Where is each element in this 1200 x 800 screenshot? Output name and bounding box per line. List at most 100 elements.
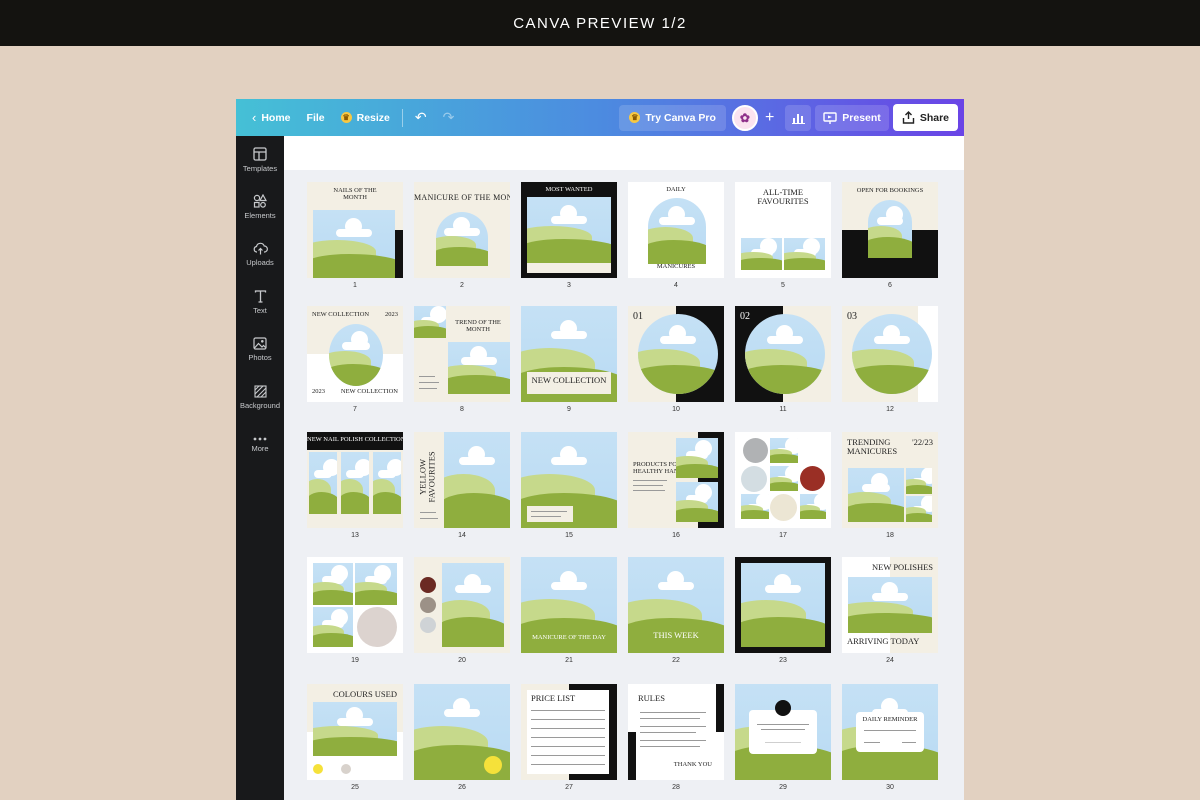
page-thumbnail[interactable]: NEW NAIL POLISH COLLECTION 13	[307, 432, 403, 539]
page-thumbnail[interactable]: 29	[735, 684, 831, 791]
page-thumbnail[interactable]: 15	[521, 432, 617, 539]
add-collaborator-button[interactable]: +	[758, 105, 781, 131]
page-thumbnail[interactable]: DAILY MANICURES 4	[628, 182, 724, 289]
page-thumbnail[interactable]: PRICE LIST 27	[521, 684, 617, 791]
page-preview: RULES THANK YOU	[628, 684, 724, 780]
try-canva-pro-button[interactable]: ♛ Try Canva Pro	[619, 104, 726, 131]
undo-button[interactable]: ↶	[407, 105, 435, 131]
page-title-text: THIS WEEK	[653, 630, 699, 640]
page-thumbnail[interactable]: COLOURS USED 25	[307, 684, 403, 791]
resize-button[interactable]: ♛ Resize	[333, 105, 398, 131]
sidebar-item-text[interactable]: Text	[236, 279, 284, 327]
colour-swatch	[770, 494, 797, 521]
sidebar-item-elements[interactable]: Elements	[236, 184, 284, 232]
page-thumbnail[interactable]: NEW COLLECTION 2023 2023 NEW COLLECTION …	[307, 306, 403, 413]
sidebar-item-photos[interactable]: Photos	[236, 326, 284, 374]
page-preview	[735, 432, 831, 528]
chat-bubble-icon	[775, 700, 791, 716]
page-number: 8	[460, 406, 464, 413]
landscape-photo	[442, 563, 504, 647]
page-thumbnail[interactable]: NEW POLISHES ARRIVING TODAY 24	[842, 557, 938, 664]
file-label: File	[306, 111, 325, 124]
sidebar-item-background[interactable]: Background	[236, 374, 284, 422]
text-line	[420, 518, 438, 519]
page-thumbnail[interactable]: TREND OF THE MONTH 8	[414, 306, 510, 413]
page-thumbnail[interactable]: 17	[735, 432, 831, 539]
page-thumbnail[interactable]: 01 10	[628, 306, 724, 413]
text-line	[761, 729, 805, 730]
page-thumbnail[interactable]: THIS WEEK 22	[628, 557, 724, 664]
home-button[interactable]: ‹ Home	[244, 105, 299, 131]
page-thumbnail[interactable]: 03 12	[842, 306, 938, 413]
page-number: 15	[565, 532, 573, 539]
page-title-text: NEW COLLECTION	[531, 375, 607, 385]
page-number: 16	[672, 532, 680, 539]
page-number: 14	[458, 532, 466, 539]
text-line	[640, 740, 706, 741]
landscape-photo	[329, 324, 383, 386]
page-thumbnail[interactable]: MANICURE OF THE DAY 21	[521, 557, 617, 664]
page-number: 28	[672, 784, 680, 791]
text-line	[531, 764, 605, 765]
landscape-photo	[868, 200, 912, 258]
bar-chart-icon	[791, 113, 805, 124]
present-label: Present	[842, 111, 881, 124]
page-preview: TRENDING MANICURES '22/23	[842, 432, 938, 528]
page-preview: NEW COLLECTION	[521, 306, 617, 402]
landscape-photo	[341, 452, 369, 514]
sidebar-item-more[interactable]: More	[236, 421, 284, 469]
header-divider	[401, 108, 403, 127]
page-preview: 02	[735, 306, 831, 402]
page-thumbnail[interactable]: YELLOW FAVOURITES 14	[414, 432, 510, 539]
page-preview: MOST WANTED	[521, 182, 617, 278]
colour-swatch	[420, 617, 436, 633]
page-thumbnail[interactable]: NEW COLLECTION 9	[521, 306, 617, 413]
share-button[interactable]: Share	[892, 104, 958, 131]
landscape-photo	[741, 563, 825, 647]
sidebar-item-templates[interactable]: Templates	[236, 136, 284, 184]
page-number: 30	[886, 784, 894, 791]
page-thumbnail[interactable]: ALL-TIME FAVOURITES 5	[735, 182, 831, 289]
page-preview: PRICE LIST	[521, 684, 617, 780]
page-thumbnail[interactable]: RULES THANK YOU 28	[628, 684, 724, 791]
page-thumbnail[interactable]: NAILS OF THE MONTH 1	[307, 182, 403, 289]
canva-editor-window: ‹ Home File ♛ Resize ↶ ↷ ♛ Try Canva Pro…	[236, 99, 964, 800]
colour-swatch	[313, 764, 323, 774]
page-thumbnail[interactable]: OPEN FOR BOOKINGS 6	[842, 182, 938, 289]
caption-box	[527, 506, 573, 522]
page-thumbnail[interactable]: 26	[414, 684, 510, 791]
page-preview	[414, 557, 510, 653]
try-pro-label: Try Canva Pro	[645, 111, 716, 124]
page-preview: DAILY MANICURES	[628, 182, 724, 278]
page-thumbnail[interactable]: DAILY REMINDER 30	[842, 684, 938, 791]
landscape-photo	[436, 212, 488, 266]
insights-button[interactable]	[785, 104, 812, 131]
page-thumbnail[interactable]: 23	[735, 557, 831, 664]
text-line	[757, 724, 809, 725]
file-menu-button[interactable]: File	[299, 105, 333, 131]
landscape-photo	[906, 496, 932, 522]
page-thumbnail[interactable]: 02 11	[735, 306, 831, 413]
page-preview: DAILY REMINDER	[842, 684, 938, 780]
text-line	[531, 511, 567, 512]
page-preview	[307, 557, 403, 653]
text-line	[419, 376, 435, 377]
redo-button[interactable]: ↷	[435, 105, 463, 131]
sidebar-item-label: More	[251, 443, 269, 453]
user-avatar[interactable]: ✿	[731, 104, 758, 131]
colour-swatch	[420, 597, 436, 613]
present-button[interactable]: Present	[815, 104, 889, 131]
page-thumbnail[interactable]: 19	[307, 557, 403, 664]
page-thumbnail[interactable]: MOST WANTED 3	[521, 182, 617, 289]
page-thumbnail[interactable]: MANICURE OF THE MONTH 2	[414, 182, 510, 289]
page-preview	[521, 432, 617, 528]
sidebar-item-uploads[interactable]: Uploads	[236, 231, 284, 279]
text-line	[633, 480, 667, 481]
page-thumbnail[interactable]: TRENDING MANICURES '22/23 18	[842, 432, 938, 539]
crown-icon: ♛	[340, 112, 352, 123]
colour-swatch	[800, 466, 825, 491]
page-thumbnail[interactable]: 20	[414, 557, 510, 664]
page-thumbnail[interactable]: PRODUCTS FOR HEALTHY HANDS 16	[628, 432, 724, 539]
crown-icon: ♛	[629, 112, 641, 123]
text-line	[531, 728, 605, 729]
